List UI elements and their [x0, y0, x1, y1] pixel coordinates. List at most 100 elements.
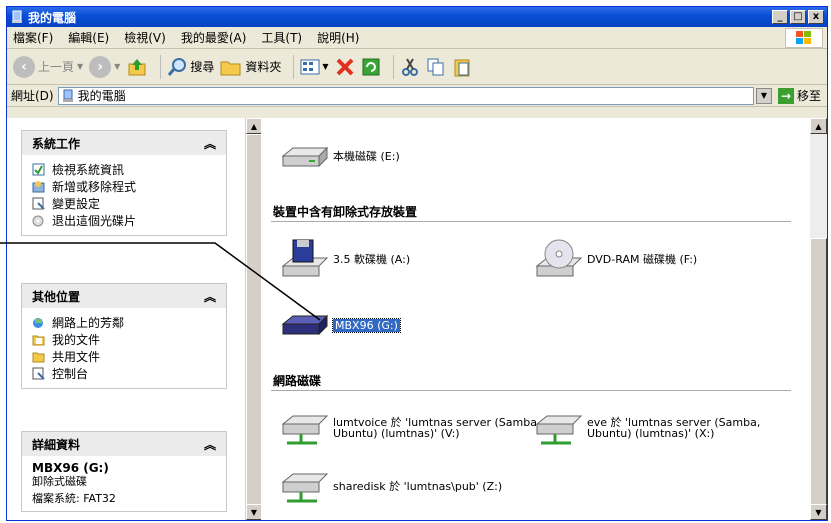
up-folder-button[interactable] — [126, 56, 148, 78]
floppy-drive-icon — [281, 239, 329, 277]
scroll-thumb[interactable] — [810, 238, 827, 520]
scissors-icon — [401, 57, 418, 76]
system-tasks-header[interactable]: 系統工作 ︽ — [22, 131, 226, 155]
network-drive-icon — [535, 415, 583, 445]
address-input[interactable]: 我的電腦 — [57, 86, 754, 105]
folder-icon — [220, 61, 241, 75]
network-drive-icon — [281, 415, 329, 445]
details-type: 卸除式磁碟 — [32, 475, 87, 488]
scroll-down-icon[interactable]: ▼ — [810, 504, 827, 520]
address-bar: 網址(D) 我的電腦 ▼ → 移至 — [7, 85, 827, 107]
toolbar-separator — [293, 54, 295, 79]
collapse-chevron-icon[interactable]: ︽ — [204, 288, 216, 305]
task-add-remove-programs[interactable]: 新增或移除程式 — [32, 178, 216, 195]
add-remove-programs-icon — [32, 181, 45, 193]
menu-bar: 檔案(F) 編輯(E) 檢視(V) 我的最愛(A) 工具(T) 說明(H) — [7, 27, 827, 49]
views-button[interactable]: ▼ — [300, 58, 329, 76]
control-panel-icon — [32, 367, 45, 380]
back-dropdown-icon[interactable]: ▼ — [77, 62, 83, 71]
copy-icon — [427, 58, 444, 75]
task-eject-disc[interactable]: 退出這個光碟片 — [32, 212, 216, 229]
task-change-settings[interactable]: 變更設定 — [32, 195, 216, 212]
network-places-icon — [33, 318, 43, 328]
address-dropdown-icon[interactable]: ▼ — [755, 87, 772, 104]
dvd-drive-icon — [535, 239, 583, 277]
mbx96-drive-g[interactable]: MBX96 (G:) — [279, 310, 401, 340]
removable-disk-icon — [281, 314, 329, 336]
floppy-drive-a[interactable]: 3.5 軟碟機 (A:) — [279, 238, 410, 280]
address-value: 我的電腦 — [77, 89, 126, 103]
windows-logo-icon — [785, 28, 823, 48]
maximize-button[interactable]: □ — [790, 10, 806, 24]
my-documents-icon — [32, 335, 45, 346]
task-pane: 系統工作 ︽ 檢視系統資訊 新增或移除程式 變更設定 退出這個光碟片 其他位置 … — [7, 118, 245, 520]
network-drive-x[interactable]: eve 於 'lumtnas server (Samba, Ubuntu) (l… — [533, 408, 760, 448]
group-divider — [271, 390, 791, 391]
details-panel: 詳細資料 ︽ MBX96 (G:) 卸除式磁碟 檔案系統: FAT32 — [21, 431, 227, 512]
paste-icon — [454, 59, 470, 76]
place-network-neighborhood[interactable]: 網路上的芳鄰 — [32, 314, 216, 331]
menu-file[interactable]: 檔案(F) — [13, 29, 53, 46]
delete-button[interactable] — [335, 57, 355, 77]
menu-tools[interactable]: 工具(T) — [261, 29, 302, 46]
network-drive-z[interactable]: sharedisk 於 'lumtnas\pub' (Z:) — [279, 466, 502, 506]
local-disk-e[interactable]: 本機磁碟 (E:) — [279, 138, 400, 174]
details-header[interactable]: 詳細資料 ︽ — [22, 432, 226, 456]
task-view-system-info[interactable]: 檢視系統資訊 — [32, 161, 216, 178]
collapse-chevron-icon[interactable]: ︽ — [204, 436, 216, 453]
drive-list: 本機磁碟 (E:) 裝置中含有卸除式存放裝置 3.5 軟碟機 (A:) DVD-… — [261, 118, 810, 520]
main-scrollbar[interactable]: ▲ ▼ — [810, 118, 827, 520]
forward-dropdown-icon[interactable]: ▼ — [114, 62, 120, 71]
menu-edit[interactable]: 編輯(E) — [68, 29, 109, 46]
control-panel-icon — [32, 197, 45, 210]
go-button[interactable]: → 移至 — [777, 87, 821, 104]
close-button[interactable]: x — [808, 10, 824, 24]
system-tasks-panel: 系統工作 ︽ 檢視系統資訊 新增或移除程式 變更設定 退出這個光碟片 — [21, 130, 227, 236]
back-button[interactable]: ‹ 上一頁 ▼ — [13, 55, 83, 78]
address-label: 網址(D) — [11, 89, 54, 103]
hard-drive-icon — [281, 146, 329, 168]
folders-button[interactable]: 資料夾 — [220, 58, 281, 76]
scroll-up-icon[interactable]: ▲ — [810, 118, 827, 134]
views-dropdown-icon[interactable]: ▼ — [322, 62, 328, 71]
task-pane-scrollbar[interactable]: ▲ ▼ — [245, 118, 262, 520]
scroll-thumb[interactable] — [246, 134, 262, 514]
removable-group-header: 裝置中含有卸除式存放裝置 — [273, 205, 418, 219]
collapse-chevron-icon[interactable]: ︽ — [204, 135, 216, 152]
back-arrow-icon: ‹ — [13, 55, 35, 78]
minimize-button[interactable]: _ — [772, 10, 788, 24]
forward-button[interactable]: › ▼ — [89, 55, 120, 78]
my-computer-icon — [10, 10, 24, 24]
forward-arrow-icon: › — [89, 55, 112, 78]
other-places-panel: 其他位置 ︽ 網路上的芳鄰 我的文件 共用文件 控制台 — [21, 283, 227, 389]
menu-favorites[interactable]: 我的最愛(A) — [181, 29, 247, 46]
cut-button[interactable] — [400, 57, 420, 77]
other-places-header[interactable]: 其他位置 ︽ — [22, 284, 226, 308]
network-drive-icon — [281, 473, 329, 503]
network-group-header: 網路磁碟 — [273, 374, 322, 388]
views-icon — [300, 59, 320, 74]
dvd-ram-drive-f[interactable]: DVD-RAM 磁碟機 (F:) — [533, 238, 697, 280]
up-folder-icon — [128, 58, 146, 75]
copy-button[interactable] — [426, 57, 446, 77]
shared-folder-icon — [32, 352, 45, 363]
place-my-documents[interactable]: 我的文件 — [32, 331, 216, 348]
my-computer-icon — [62, 89, 73, 102]
network-drive-v[interactable]: lumtvoice 於 'lumtnas server (Samba, Ubun… — [279, 408, 540, 448]
search-icon — [168, 57, 187, 76]
explorer-window: 我的電腦 _ □ x 檔案(F) 編輯(E) 檢視(V) 我的最愛(A) 工具(… — [6, 6, 828, 521]
window-title: 我的電腦 — [28, 10, 77, 25]
paste-button[interactable] — [452, 57, 472, 77]
scroll-down-icon[interactable]: ▼ — [246, 504, 262, 520]
search-button[interactable]: 搜尋 — [167, 57, 214, 77]
details-name: MBX96 (G:) — [32, 461, 109, 475]
title-bar[interactable]: 我的電腦 _ □ x — [7, 7, 827, 27]
menu-view[interactable]: 檢視(V) — [124, 29, 166, 46]
scroll-up-icon[interactable]: ▲ — [246, 118, 262, 134]
menu-help[interactable]: 說明(H) — [317, 29, 359, 46]
refresh-icon — [362, 58, 380, 75]
refresh-button[interactable] — [361, 57, 381, 77]
go-arrow-icon: → — [777, 87, 794, 104]
place-control-panel[interactable]: 控制台 — [32, 365, 216, 382]
place-shared-documents[interactable]: 共用文件 — [32, 348, 216, 365]
